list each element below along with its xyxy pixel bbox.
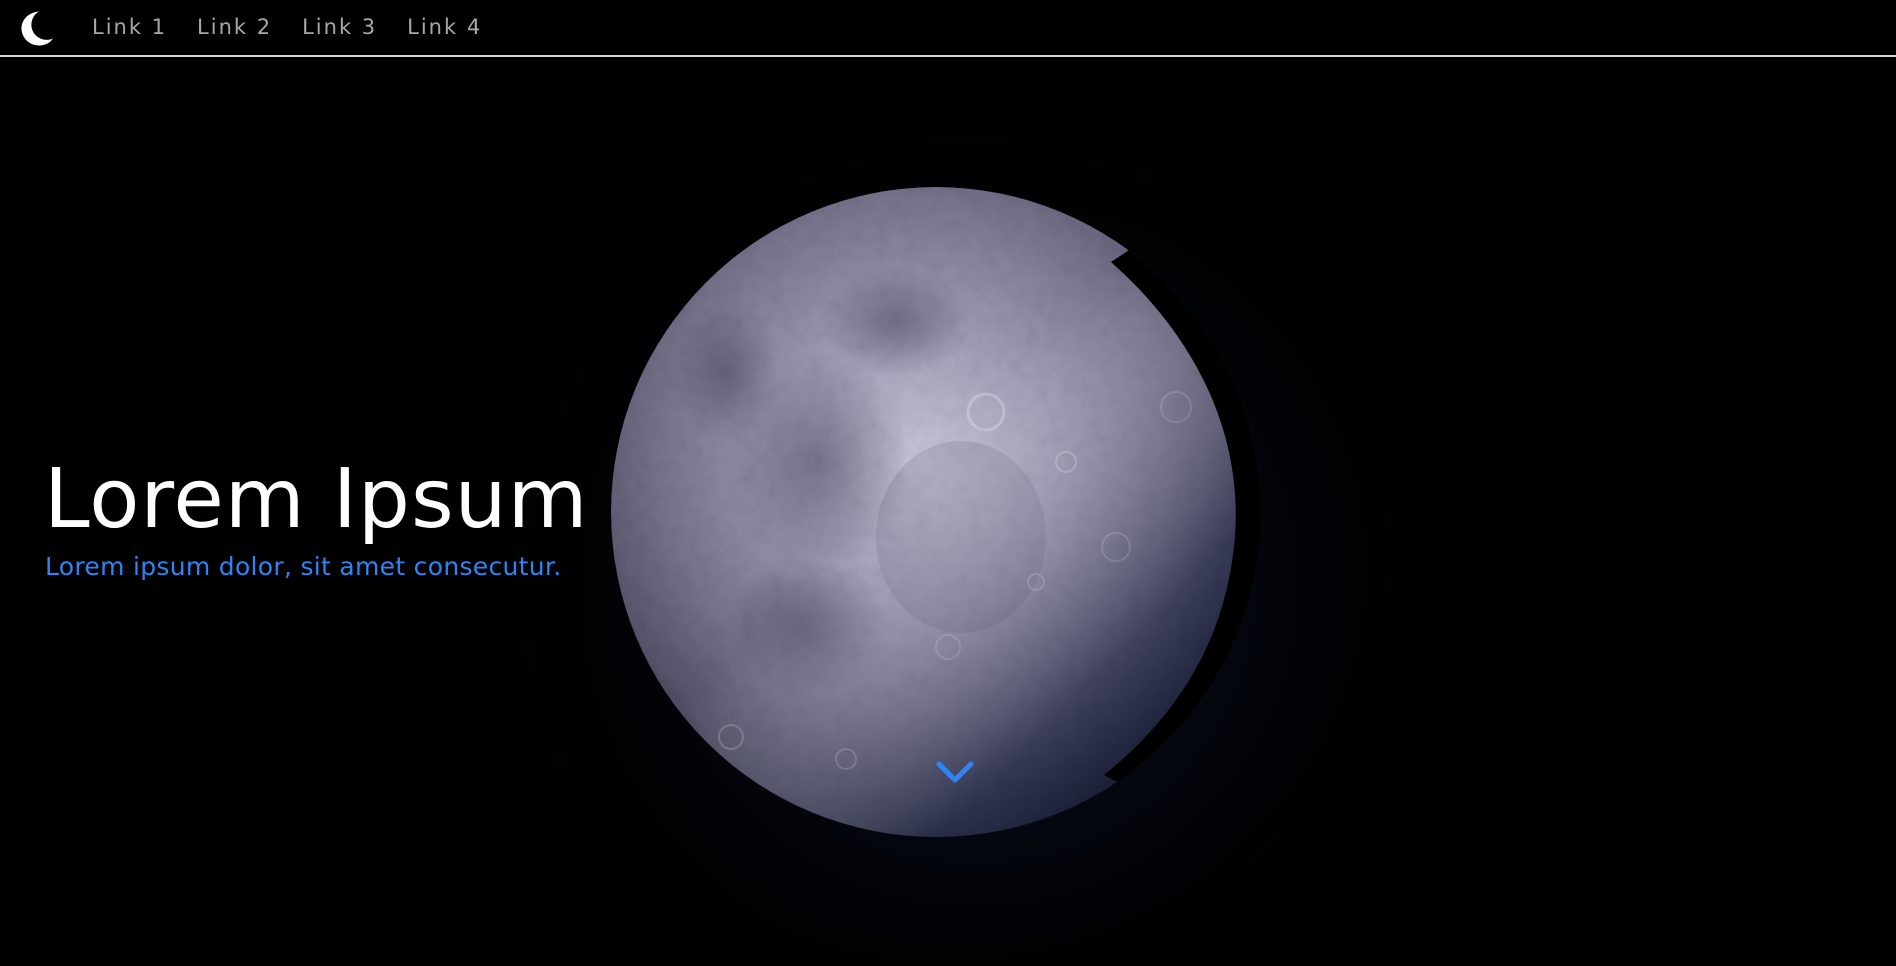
- navigation-links: Link 1 Link 2 Link 3 Link 4: [92, 10, 482, 44]
- hero-title: Lorem Ipsum: [44, 452, 589, 547]
- hero-subtitle: Lorem ipsum dolor, sit amet consecutur.: [45, 552, 562, 581]
- top-navigation: Link 1 Link 2 Link 3 Link 4: [0, 0, 1896, 57]
- hero-section: Lorem Ipsum Lorem ipsum dolor, sit amet …: [0, 57, 1896, 966]
- scroll-down-button[interactable]: [935, 757, 975, 789]
- nav-link-4[interactable]: Link 4: [407, 10, 482, 44]
- crescent-moon-icon[interactable]: [16, 8, 56, 48]
- chevron-down-icon: [935, 757, 975, 789]
- landing-page: Link 1 Link 2 Link 3 Link 4 Lorem Ipsum …: [0, 0, 1896, 966]
- nav-link-2[interactable]: Link 2: [197, 10, 272, 44]
- nav-link-1[interactable]: Link 1: [92, 10, 167, 44]
- nav-link-3[interactable]: Link 3: [302, 10, 377, 44]
